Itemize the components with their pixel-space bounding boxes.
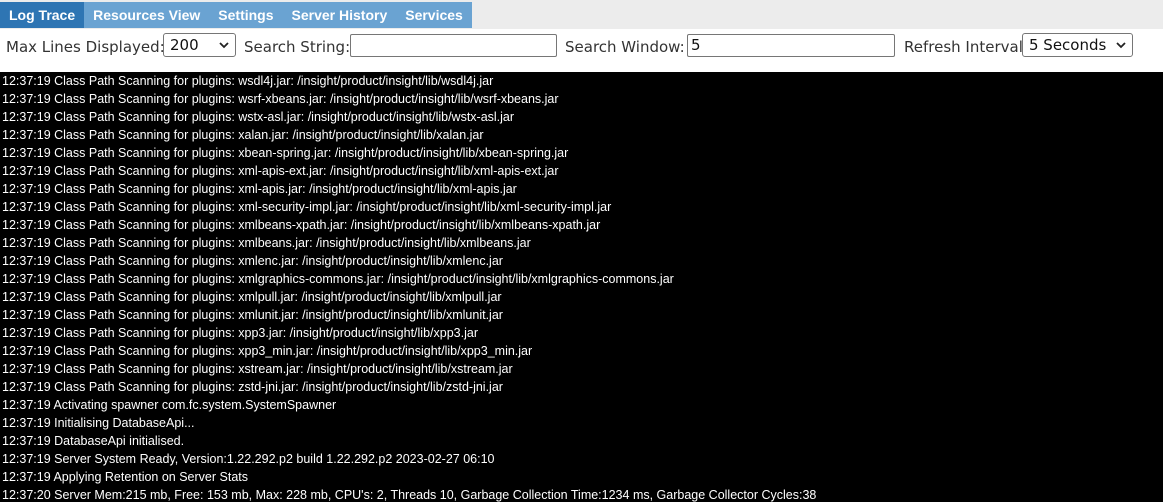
log-line: 12:37:19 Class Path Scanning for plugins… bbox=[2, 272, 674, 286]
log-line: 12:37:19 Class Path Scanning for plugins… bbox=[2, 380, 503, 394]
log-line: 12:37:19 Class Path Scanning for plugins… bbox=[2, 200, 612, 214]
log-line: 12:37:19 Class Path Scanning for plugins… bbox=[2, 344, 533, 358]
log-line: 12:37:19 DatabaseApi initialised. bbox=[2, 434, 185, 448]
controls-bar: Max Lines Displayed: 200 Search String: … bbox=[0, 29, 1163, 72]
search-window-label: Search Window: bbox=[565, 38, 685, 56]
max-lines-value: 200 bbox=[170, 36, 199, 54]
tab-log-trace[interactable]: Log Trace bbox=[0, 2, 85, 28]
log-line: 12:37:20 Server Mem:215 mb, Free: 153 mb… bbox=[2, 488, 817, 502]
tab-resources-view[interactable]: Resources View bbox=[84, 2, 210, 28]
log-line: 12:37:19 Class Path Scanning for plugins… bbox=[2, 254, 503, 268]
search-window-input[interactable]: 5 bbox=[687, 34, 895, 57]
search-string-input[interactable] bbox=[350, 34, 557, 57]
log-line: 12:37:19 Class Path Scanning for plugins… bbox=[2, 92, 559, 106]
tab-bar: Log Trace Resources View Settings Server… bbox=[0, 0, 1163, 29]
max-lines-label: Max Lines Displayed: bbox=[6, 38, 165, 56]
search-string-label: Search String: bbox=[244, 38, 351, 56]
tabs: Log Trace Resources View Settings Server… bbox=[0, 2, 472, 28]
log-line: 12:37:19 Class Path Scanning for plugins… bbox=[2, 182, 517, 196]
max-lines-select[interactable]: 200 bbox=[163, 33, 236, 57]
log-line: 12:37:19 Class Path Scanning for plugins… bbox=[2, 290, 502, 304]
log-line: 12:37:19 Class Path Scanning for plugins… bbox=[2, 326, 478, 340]
log-line: 12:37:19 Initialising DatabaseApi... bbox=[2, 416, 195, 430]
log-line: 12:37:19 Server System Ready, Version:1.… bbox=[2, 452, 495, 466]
tab-server-history[interactable]: Server History bbox=[282, 2, 397, 28]
log-line: 12:37:19 Class Path Scanning for plugins… bbox=[2, 74, 494, 88]
refresh-interval-label: Refresh Interval bbox=[904, 38, 1023, 56]
log-line: 12:37:19 Applying Retention on Server St… bbox=[2, 470, 248, 484]
log-output[interactable]: 12:37:19 Class Path Scanning for plugins… bbox=[0, 72, 1163, 502]
log-line: 12:37:19 Class Path Scanning for plugins… bbox=[2, 128, 484, 142]
tab-services[interactable]: Services bbox=[396, 2, 472, 28]
refresh-interval-select[interactable]: 5 Seconds bbox=[1022, 33, 1133, 57]
log-line: 12:37:19 Class Path Scanning for plugins… bbox=[2, 308, 503, 322]
log-line: 12:37:19 Class Path Scanning for plugins… bbox=[2, 362, 513, 376]
log-line: 12:37:19 Class Path Scanning for plugins… bbox=[2, 236, 531, 250]
chevron-down-icon bbox=[1116, 42, 1126, 49]
log-line: 12:37:19 Class Path Scanning for plugins… bbox=[2, 110, 515, 124]
refresh-interval-value: 5 Seconds bbox=[1029, 36, 1107, 54]
log-line: 12:37:19 Class Path Scanning for plugins… bbox=[2, 164, 559, 178]
log-line: 12:37:19 Class Path Scanning for plugins… bbox=[2, 146, 569, 160]
tab-settings[interactable]: Settings bbox=[209, 2, 283, 28]
log-line: 12:37:19 Activating spawner com.fc.syste… bbox=[2, 398, 337, 412]
chevron-down-icon bbox=[219, 42, 229, 49]
log-line: 12:37:19 Class Path Scanning for plugins… bbox=[2, 218, 601, 232]
